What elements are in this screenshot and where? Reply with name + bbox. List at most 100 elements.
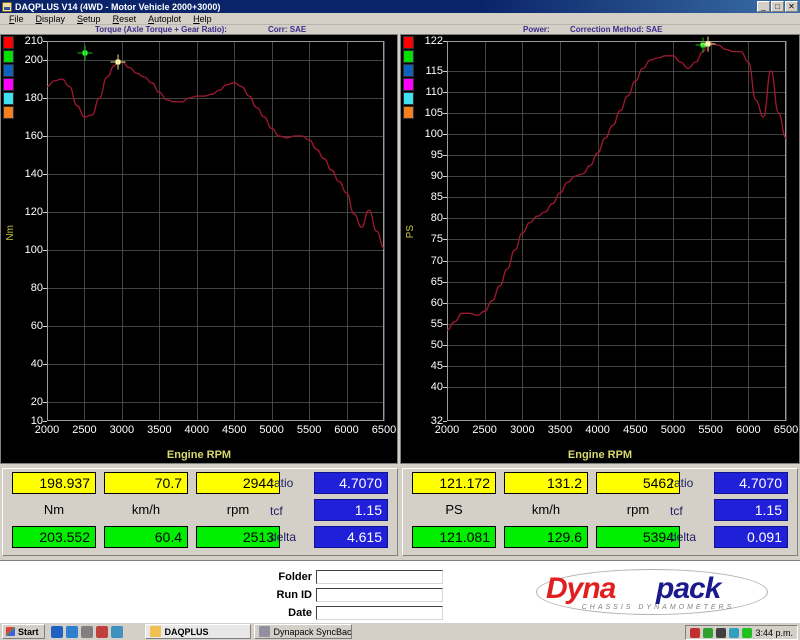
- daqplus-window: DAQPLUS V14 (4WD - Motor Vehicle 2000+30…: [0, 0, 800, 640]
- clock[interactable]: 3:44 p.m.: [755, 628, 793, 638]
- right-value-delta: 0.091: [714, 526, 788, 548]
- menu-item-file[interactable]: File: [3, 13, 30, 25]
- x-axis-tick-label: 4500: [623, 424, 648, 436]
- right-yellow-value-speed: 131.2: [504, 472, 588, 494]
- media-icon[interactable]: [95, 625, 108, 638]
- x-axis-tick-label: 6500: [371, 424, 397, 436]
- y-axis-tick-label: 100: [424, 128, 443, 140]
- right-yellow-value-power: 121.172: [412, 472, 496, 494]
- menu-item-autoplot[interactable]: Autoplot: [142, 13, 187, 25]
- series-swatch-5[interactable]: [3, 106, 14, 119]
- series-swatch-3[interactable]: [403, 78, 414, 91]
- task-label: Dynapack SyncBackSE V...: [273, 626, 352, 637]
- quick-launch-bar: [50, 625, 123, 638]
- y-axis-tick-label: 32: [430, 415, 443, 427]
- torque-plot-area[interactable]: [47, 41, 385, 421]
- x-axis-tick-label: 4500: [221, 424, 247, 436]
- series-swatch-1[interactable]: [403, 50, 414, 63]
- y-axis-tick-label: 80: [30, 282, 43, 294]
- taskbar-task-daqplus[interactable]: DAQPLUS: [144, 624, 251, 639]
- taskbar-task-syncback[interactable]: Dynapack SyncBackSE V...: [253, 624, 352, 639]
- security-icon[interactable]: [716, 627, 727, 638]
- ie-icon[interactable]: [50, 625, 63, 638]
- y-axis-tick-label: 80: [430, 212, 443, 224]
- windows-flag-icon: [6, 627, 15, 636]
- minimize-button[interactable]: _: [757, 1, 770, 12]
- x-axis-tick-label: 4000: [585, 424, 610, 436]
- y-axis-tick: [443, 324, 447, 325]
- y-axis-tick-label: 40: [430, 381, 443, 393]
- left-unit-rpm: rpm: [226, 502, 250, 517]
- power-chart-panel[interactable]: PS Engine RPM 2000 2500 3000 3500 4000 4500 50…: [400, 34, 800, 464]
- y-axis-tick: [443, 155, 447, 156]
- x-axis-tick-label: 3000: [510, 424, 535, 436]
- menu-bar: File Display Setup Reset Autoplot Help: [0, 13, 800, 25]
- right-yellow-value-rpm: 5462: [596, 472, 680, 494]
- y-axis-tick: [443, 261, 447, 262]
- taskbar: Start DAQPLUS Dynapack SyncBackSE V... 3:…: [0, 622, 800, 640]
- yellow-marker[interactable]: [700, 36, 716, 52]
- series-swatch-4[interactable]: [403, 92, 414, 105]
- left-green-value-rpm: 2513: [196, 526, 280, 548]
- green-marker[interactable]: [77, 45, 93, 61]
- daqplus-icon: [149, 626, 161, 637]
- x-axis-tick-label: 4000: [184, 424, 210, 436]
- menu-item-help[interactable]: Help: [187, 13, 218, 25]
- y-axis-tick: [43, 250, 47, 251]
- date-input[interactable]: [316, 606, 443, 620]
- right-chart-title: Power:: [523, 25, 550, 34]
- battery-icon[interactable]: [742, 627, 753, 638]
- close-button[interactable]: ✕: [785, 1, 798, 12]
- series-swatch-0[interactable]: [403, 36, 414, 49]
- date-label: Date: [288, 607, 312, 619]
- y-axis-tick-label: 55: [430, 318, 443, 330]
- y-axis-tick-label: 180: [24, 92, 43, 104]
- y-axis-tick: [43, 98, 47, 99]
- gridline-vertical: [786, 41, 787, 421]
- date-field-row: Date: [252, 606, 443, 620]
- y-axis-tick: [443, 282, 447, 283]
- network-icon[interactable]: [690, 627, 701, 638]
- explorer-icon[interactable]: [110, 625, 123, 638]
- left-x-axis-title: Engine RPM: [166, 449, 232, 461]
- series-swatch-5[interactable]: [403, 106, 414, 119]
- y-axis-tick: [43, 41, 47, 42]
- outlook-icon[interactable]: [65, 625, 78, 638]
- y-axis-tick: [443, 239, 447, 240]
- start-button[interactable]: Start: [2, 624, 45, 639]
- x-axis-tick-label: 6000: [736, 424, 761, 436]
- series-swatch-0[interactable]: [3, 36, 14, 49]
- runid-input[interactable]: [316, 588, 443, 602]
- power-plot-area[interactable]: [447, 36, 787, 421]
- yellow-marker[interactable]: [110, 54, 126, 70]
- desktop-icon[interactable]: [80, 625, 93, 638]
- series-swatch-1[interactable]: [3, 50, 14, 63]
- y-axis-tick-label: 95: [430, 149, 443, 161]
- x-axis-tick-label: 3500: [547, 424, 573, 436]
- update-icon[interactable]: [729, 627, 740, 638]
- right-unit-rpm: rpm: [626, 502, 650, 517]
- series-swatch-3[interactable]: [3, 78, 14, 91]
- left-readout-group: 198.937 70.7 2944 Nm km/h rpm 203.552 60…: [2, 468, 398, 556]
- left-yellow-value-rpm: 2944: [196, 472, 280, 494]
- y-axis-tick-label: 85: [430, 191, 443, 203]
- y-axis-tick: [43, 288, 47, 289]
- menu-item-display[interactable]: Display: [30, 13, 72, 25]
- torque-chart-panel[interactable]: Nm Engine RPM 2000 2500 3000 3500 4000 4500 50…: [0, 34, 398, 464]
- folder-input[interactable]: [316, 570, 443, 584]
- series-swatch-2[interactable]: [3, 64, 14, 77]
- y-axis-tick: [43, 212, 47, 213]
- menu-item-setup[interactable]: Setup: [71, 13, 107, 25]
- logo-tagline: CHASSIS DYNAMOMETERS: [581, 604, 735, 611]
- series-swatch-4[interactable]: [3, 92, 14, 105]
- volume-icon[interactable]: [703, 627, 714, 638]
- x-axis-tick-label: 5000: [259, 424, 284, 436]
- series-swatch-2[interactable]: [403, 64, 414, 77]
- y-axis-tick: [443, 218, 447, 219]
- right-green-value-power: 121.081: [412, 526, 496, 548]
- left-yellow-value-speed: 70.7: [104, 472, 188, 494]
- maximize-button[interactable]: □: [771, 1, 784, 12]
- charts-container: Nm Engine RPM 2000 2500 3000 3500 4000 4500 50…: [0, 34, 800, 464]
- left-y-axis-title: Nm: [5, 225, 16, 241]
- menu-item-reset[interactable]: Reset: [107, 13, 143, 25]
